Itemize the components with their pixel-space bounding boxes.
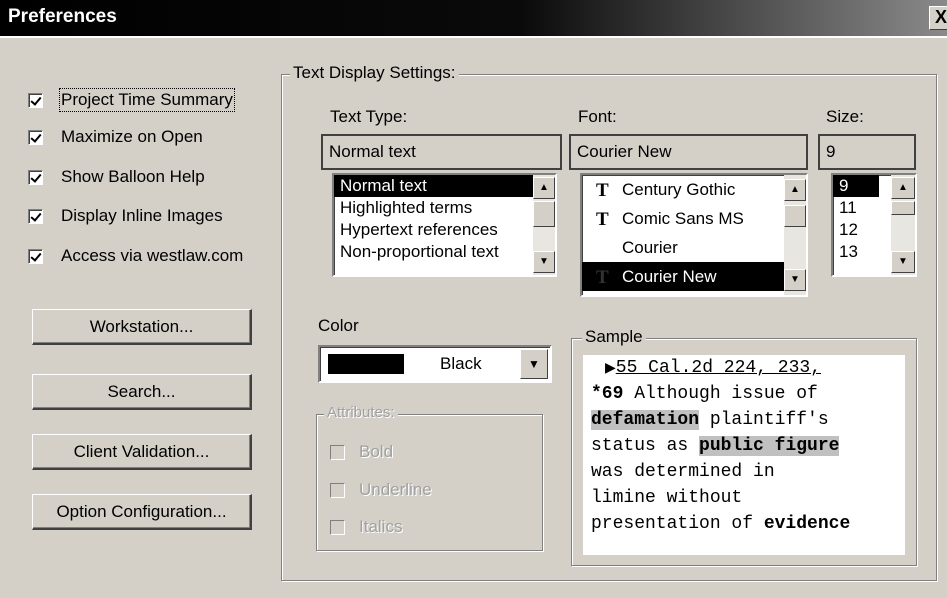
list-item-size[interactable]: 9: [833, 175, 879, 197]
scroll-up-arrow-icon[interactable]: ▲: [533, 177, 555, 199]
title-bar[interactable]: Preferences X: [0, 0, 947, 38]
checkbox-italics: Italics: [330, 515, 402, 539]
text-type-scrollbar[interactable]: ▲ ▼: [533, 175, 555, 275]
scroll-thumb[interactable]: [891, 201, 915, 215]
font-label: Font:: [578, 107, 617, 126]
list-item-font[interactable]: Courier: [582, 233, 806, 262]
list-item-text-type[interactable]: Highlighted terms: [334, 197, 555, 219]
client-validation-button[interactable]: Client Validation...: [32, 434, 252, 470]
truetype-icon: T: [596, 209, 609, 230]
truetype-icon: T: [596, 180, 609, 201]
checkbox-box: [330, 444, 345, 460]
checkbox-show-balloon-help[interactable]: Show Balloon Help: [28, 164, 205, 190]
text-type-label: Text Type:: [330, 107, 408, 126]
font-item-label: Century Gothic: [622, 180, 736, 199]
checkbox-access-via-westlaw[interactable]: Access via westlaw.com: [28, 243, 243, 269]
chevron-down-icon[interactable]: ▼: [520, 349, 548, 379]
scroll-down-arrow-icon[interactable]: ▼: [891, 251, 915, 273]
color-value: Black: [440, 354, 482, 373]
size-field[interactable]: 9: [818, 134, 916, 170]
scroll-up-arrow-icon[interactable]: ▲: [891, 177, 915, 199]
list-item-font[interactable]: T Comic Sans MS: [582, 204, 806, 233]
checkbox-label: Underline: [359, 480, 432, 499]
sample-line: limine without: [591, 488, 743, 508]
font-item-label: Comic Sans MS: [622, 209, 744, 228]
checkbox-label: Maximize on Open: [61, 127, 203, 146]
sample-highlighted-term: defamation: [591, 410, 700, 430]
checkbox-label: Access via westlaw.com: [61, 246, 244, 265]
checkbox-project-time-summary[interactable]: Project Time Summary: [28, 87, 235, 113]
scroll-up-arrow-icon[interactable]: ▲: [784, 179, 806, 201]
scroll-thumb[interactable]: [784, 205, 806, 227]
sample-bold-term: evidence: [763, 514, 851, 534]
sample-text: status as: [591, 436, 700, 456]
sample-text: Although issue of: [623, 384, 818, 404]
sample-line: defamation plaintiff's: [591, 407, 905, 433]
size-scrollbar[interactable]: ▲ ▼: [891, 175, 915, 275]
sample-line: *69 Although issue of: [591, 381, 905, 407]
sample-title: Sample: [582, 327, 646, 347]
sample-line: was determined in: [591, 462, 775, 482]
checkbox-label: Display Inline Images: [61, 206, 223, 225]
checkbox-label: Bold: [359, 442, 394, 461]
list-item-text-type[interactable]: Non-proportional text: [334, 241, 555, 263]
sample-line: ▶55 Cal.2d 224, 233,: [591, 355, 905, 381]
checkbox-box[interactable]: [28, 129, 43, 145]
text-type-field[interactable]: Normal text: [321, 134, 562, 170]
checkbox-box[interactable]: [28, 92, 43, 108]
preferences-dialog: Preferences X Project Time Summary Maxim…: [0, 0, 947, 598]
list-item-text-type[interactable]: Normal text: [334, 175, 555, 197]
font-item-label: Courier New: [622, 267, 717, 286]
checkbox-display-inline-images[interactable]: Display Inline Images: [28, 203, 223, 229]
window-title: Preferences: [8, 6, 117, 27]
attributes-title: Attributes:: [324, 404, 398, 421]
checkbox-label: Show Balloon Help: [61, 167, 205, 186]
checkbox-box[interactable]: [28, 208, 43, 224]
scroll-thumb[interactable]: [533, 201, 555, 227]
scroll-down-arrow-icon[interactable]: ▼: [784, 269, 806, 291]
sample-text: plaintiff's: [699, 410, 829, 430]
size-list[interactable]: 9 11 12 13 ▲ ▼: [831, 173, 917, 277]
search-button[interactable]: Search...: [32, 374, 252, 410]
scroll-down-arrow-icon[interactable]: ▼: [533, 251, 555, 273]
text-display-settings-title: Text Display Settings:: [290, 63, 459, 83]
list-item-font[interactable]: T Century Gothic: [582, 175, 806, 204]
color-swatch: [328, 354, 404, 374]
sample-citation-link[interactable]: 55 Cal.2d 224, 233,: [616, 358, 821, 378]
sample-highlighted-term: public figure: [699, 436, 840, 456]
size-label: Size:: [826, 107, 864, 126]
text-type-list[interactable]: Normal text Highlighted terms Hypertext …: [332, 173, 557, 277]
sample-text: presentation of: [591, 514, 764, 534]
checkbox-box[interactable]: [28, 248, 43, 264]
sample-line: status as public figure: [591, 433, 905, 459]
sample-line: presentation of evidence: [591, 511, 905, 537]
checkbox-maximize-on-open[interactable]: Maximize on Open: [28, 124, 203, 150]
font-list[interactable]: T Century Gothic T Comic Sans MS Courier…: [580, 173, 808, 297]
font-scrollbar[interactable]: ▲ ▼: [784, 175, 806, 295]
sample-star-page: *69: [591, 384, 624, 404]
jump-marker-icon: ▶: [605, 360, 616, 376]
list-item-font[interactable]: T Courier New: [582, 262, 806, 291]
close-button[interactable]: X: [929, 6, 947, 30]
checkbox-label: Project Time Summary: [59, 88, 235, 112]
checkbox-bold: Bold: [330, 440, 393, 464]
checkbox-box[interactable]: [28, 169, 43, 185]
color-label: Color: [318, 316, 359, 335]
checkbox-underline: Underline: [330, 478, 432, 502]
checkbox-label: Italics: [359, 517, 403, 536]
color-select[interactable]: Black ▼: [318, 345, 552, 383]
font-item-label: Courier: [622, 238, 678, 257]
list-item-text-type[interactable]: Hypertext references: [334, 219, 555, 241]
truetype-icon: T: [596, 267, 609, 288]
sample-preview: ▶55 Cal.2d 224, 233, *69 Although issue …: [583, 355, 905, 555]
font-field[interactable]: Courier New: [569, 134, 808, 170]
checkbox-box: [330, 519, 345, 535]
workstation-button[interactable]: Workstation...: [32, 309, 252, 345]
option-configuration-button[interactable]: Option Configuration...: [32, 494, 252, 530]
checkbox-box: [330, 482, 345, 498]
